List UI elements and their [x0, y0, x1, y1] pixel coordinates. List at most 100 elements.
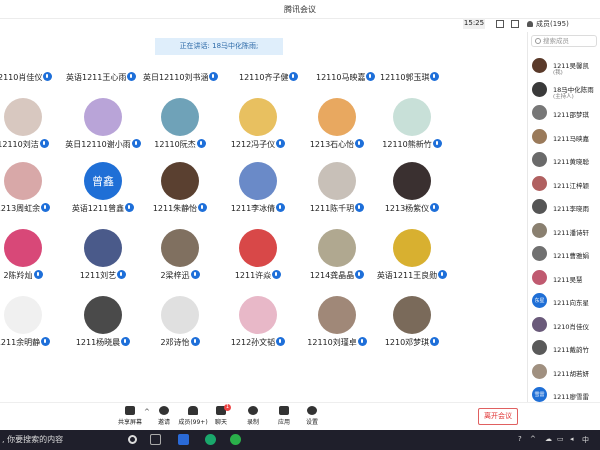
mic-icon — [125, 203, 135, 212]
participant-tile[interactable]: 1213周虹余 — [0, 162, 66, 220]
help-icon[interactable]: ? — [518, 435, 522, 443]
participant-tile[interactable]: 2陈羚灿 — [0, 229, 66, 287]
member-avatar — [532, 58, 547, 73]
member-avatar — [532, 128, 547, 144]
fullscreen-icon[interactable] — [511, 20, 519, 28]
participant-tile[interactable]: 12110熊新竹 — [369, 98, 455, 156]
member-list-item[interactable]: 1211吴慧 — [532, 269, 600, 286]
leave-meeting-button[interactable]: 离开会议 — [478, 408, 518, 425]
member-name: 1211曹雅娟 — [553, 252, 590, 260]
participant-tile[interactable]: 曾鑫英语1211曾鑫 — [60, 162, 146, 220]
member-name: 1211黄晓聪 — [553, 158, 590, 166]
participant-name: 1213石心怡 — [294, 139, 380, 150]
participant-name: 英语1211王良勋 — [369, 270, 455, 281]
video-grid: 正在讲话: 18马中化陈雨; 2110肖佳仪 英语1211王心雨 英日12110刘书… — [0, 32, 521, 402]
member-avatar — [532, 222, 547, 238]
participant-tile[interactable]: 1211朱静怡 — [137, 162, 223, 220]
settings-button[interactable]: 设置 — [296, 406, 328, 426]
mic-icon — [190, 270, 200, 279]
participant-avatar — [4, 296, 42, 334]
member-list-item[interactable]: 1211吴馨凯 (我) — [532, 58, 600, 76]
mic-icon — [276, 203, 286, 212]
participant-tile[interactable]: 英日12110谢小雨 — [60, 98, 146, 156]
member-avatar — [532, 152, 547, 167]
member-list-item[interactable]: 1211曹雅娟 — [532, 246, 600, 262]
member-list-item[interactable]: 1211胡若妍 — [532, 363, 600, 380]
member-list-item[interactable]: 雪雷 1211廖雪雷 — [532, 387, 600, 403]
member-list-item[interactable]: 1211马映嘉 — [532, 128, 600, 145]
gear-icon — [307, 406, 317, 415]
members-panel-header: 成员(195) — [527, 18, 569, 30]
participant-tile[interactable]: 1213杨紫仪 — [369, 162, 455, 220]
apps-grid-icon — [279, 406, 289, 415]
participant-tile[interactable]: 12110刘瑾卓 — [294, 296, 380, 354]
mic-icon — [357, 337, 367, 346]
task-switch-icon[interactable] — [150, 434, 161, 445]
member-role: (我) — [553, 70, 563, 76]
participant-tile[interactable]: 1211刘艺 — [60, 229, 146, 287]
invite-button[interactable]: 邀请 — [148, 406, 180, 426]
member-avatar — [532, 81, 547, 97]
participant-name: 1211朱静怡 — [137, 203, 223, 214]
participant-name-partial: 2110肖佳仪 — [0, 72, 53, 83]
participant-tile[interactable]: 1211陈千玥 — [294, 162, 380, 220]
member-avatar — [532, 175, 547, 191]
participant-tile[interactable]: 1211许焱 — [215, 229, 301, 287]
layout-icon[interactable] — [496, 20, 504, 28]
member-search-input[interactable]: 搜索成员 — [531, 35, 597, 47]
participant-name: 1211刘艺 — [60, 270, 146, 281]
members-icon — [527, 21, 533, 27]
member-list-item[interactable]: 1211李晓雨 — [532, 199, 600, 215]
participant-name: 2梁梓迅 — [137, 270, 223, 281]
participant-tile[interactable]: 1214龚晶晶 — [294, 229, 380, 287]
participant-tile[interactable]: 1212孙文韬 — [215, 296, 301, 354]
participant-tile[interactable]: 1213石心怡 — [294, 98, 380, 156]
participant-avatar — [4, 98, 42, 136]
participant-avatar — [393, 98, 431, 136]
member-list-item[interactable]: 1211江梓颖 — [532, 175, 600, 192]
participant-name: 1214龚晶晶 — [294, 270, 380, 281]
participant-tile[interactable]: 2邓诗怡 — [137, 296, 223, 354]
participant-tile[interactable]: 1211李冰倩 — [215, 162, 301, 220]
participant-tile[interactable]: 12110刘洁 — [0, 98, 66, 156]
member-list-item[interactable]: 1211潘诗轩 — [532, 222, 600, 239]
members-toolbar-icon — [188, 406, 198, 415]
participant-tile[interactable]: 1210邓梦琪 — [369, 296, 455, 354]
tray-chevron-icon[interactable]: ^ — [530, 435, 536, 443]
input-method-icon[interactable]: 中 — [582, 435, 589, 445]
participant-tile[interactable]: 1212冯子仪 — [215, 98, 301, 156]
participant-avatar — [161, 162, 199, 200]
participant-tile[interactable]: 2梁梓迅 — [137, 229, 223, 287]
member-list-item[interactable]: 1210肖佳仪 — [532, 316, 600, 333]
mic-icon — [355, 203, 365, 212]
participant-tile[interactable]: 1211杨晓晨 — [60, 296, 146, 354]
participant-tile[interactable]: 12110阮杰 — [137, 98, 223, 156]
chat-button[interactable]: 1 聊天 — [205, 404, 237, 426]
taskbar-search[interactable]: , 你要搜索的内容 — [0, 430, 118, 450]
mic-icon — [39, 139, 49, 148]
participant-name: 英语1211曾鑫 — [60, 203, 146, 214]
mic-icon — [198, 203, 208, 212]
participant-avatar: 曾鑫 — [84, 162, 122, 200]
edge-browser-icon[interactable] — [205, 434, 216, 445]
participant-avatar — [393, 296, 431, 334]
member-list-item[interactable]: 东星 1211向东星 — [532, 293, 600, 309]
task-view-icon[interactable] — [128, 435, 137, 444]
member-list-item[interactable]: 18马中化陈雨 (主持人) — [532, 81, 600, 100]
participant-name-partial: 英语1211王心雨 — [66, 72, 137, 83]
member-list-item[interactable]: 1211黄晓聪 — [532, 152, 600, 168]
record-button[interactable]: 录制 — [237, 406, 269, 426]
member-list-item[interactable]: 1211戴韵竹 — [532, 340, 600, 356]
meeting-toolbar: 共享屏幕 ^ 邀请 成员(99+) 1 聊天 录制 应用 设置 离开会议 — [0, 402, 600, 431]
volume-icon[interactable]: ◂ — [570, 435, 574, 443]
wechat-icon[interactable] — [230, 434, 241, 445]
invite-icon — [159, 406, 169, 415]
participant-name: 1212冯子仪 — [215, 139, 301, 150]
share-screen-button[interactable]: 共享屏幕 — [114, 406, 146, 426]
tencent-meeting-icon[interactable] — [178, 434, 189, 445]
member-list-item[interactable]: 1211邵梦琪 — [532, 105, 600, 121]
participant-name-partial: 12110齐子健 — [239, 72, 299, 83]
participant-tile[interactable]: 1211余明静 — [0, 296, 66, 354]
member-avatar: 雪雷 — [532, 387, 547, 402]
participant-tile[interactable]: 英语1211王良勋 — [369, 229, 455, 287]
